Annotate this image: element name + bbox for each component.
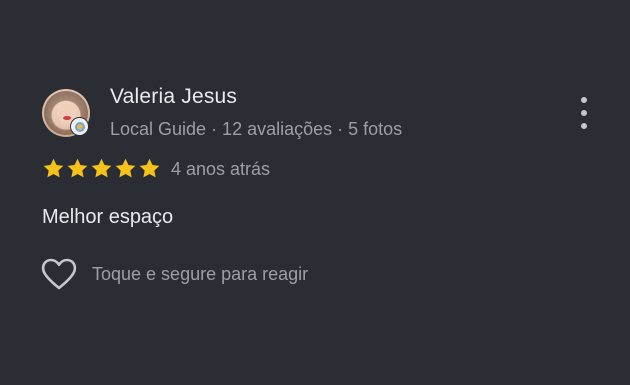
more-dot: [581, 97, 587, 103]
local-guide-badge-icon: [71, 118, 88, 135]
react-button[interactable]: Toque e segure para reagir: [40, 257, 308, 291]
avatar-lips: [63, 116, 71, 120]
more-dot: [581, 123, 587, 129]
star-filled-icon: [139, 158, 160, 178]
heart-outline-icon[interactable]: [40, 257, 78, 291]
more-dot: [581, 110, 587, 116]
author-name[interactable]: Valeria Jesus: [110, 85, 237, 109]
rating-stars: [42, 157, 161, 181]
more-vert-icon[interactable]: [576, 97, 592, 129]
star-filled-icon: [43, 158, 64, 178]
review-card: Valeria Jesus Local Guide · 12 avaliaçõe…: [0, 0, 630, 385]
star-filled-icon: [91, 158, 112, 178]
react-label: Toque e segure para reagir: [92, 263, 309, 284]
author-meta: Local Guide · 12 avaliações · 5 fotos: [110, 119, 403, 139]
review-time: 4 anos atrás: [171, 159, 271, 179]
star-filled-icon: [67, 158, 88, 178]
star-filled-icon: [115, 158, 136, 178]
review-text: Melhor espaço: [42, 206, 174, 228]
